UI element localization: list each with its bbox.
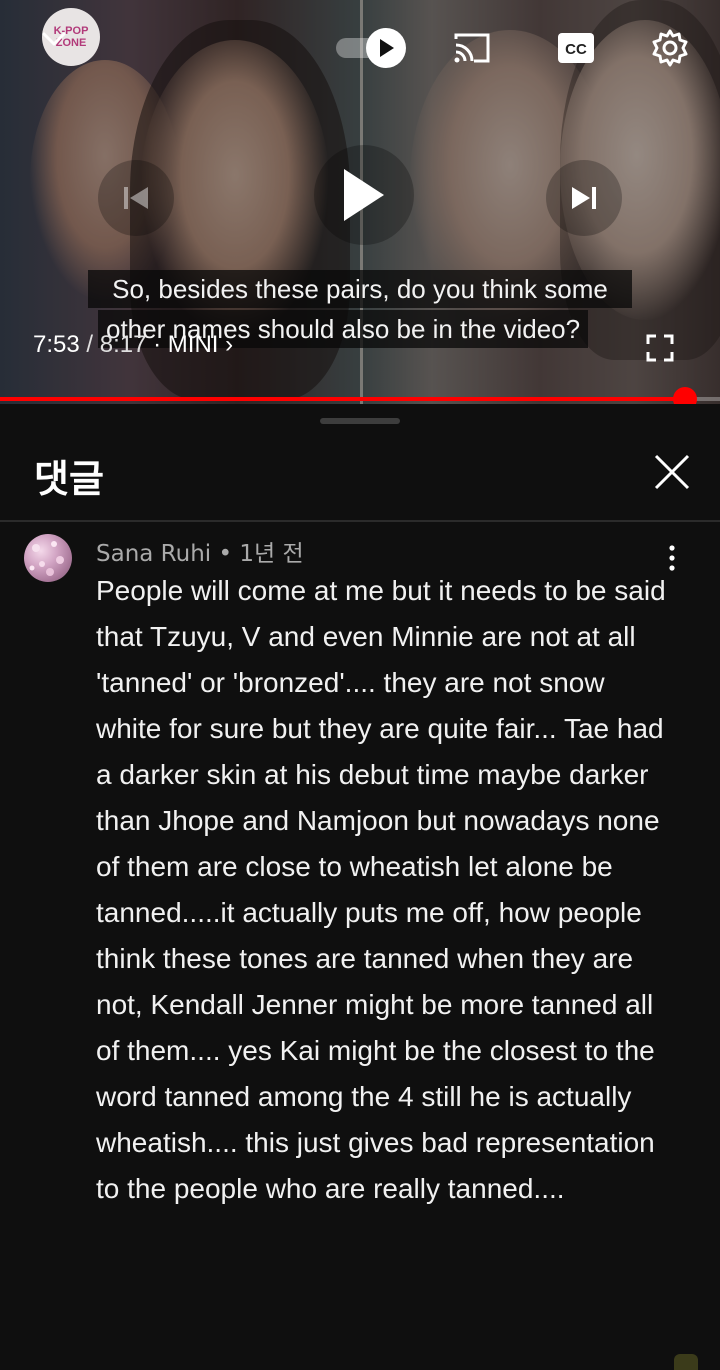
progress-fill	[0, 397, 686, 401]
comment-age: 1년 전	[239, 541, 304, 567]
caption-line: So, besides these pairs, do you think so…	[88, 270, 632, 308]
panel-title: 댓글	[34, 457, 104, 501]
avatar[interactable]	[24, 534, 72, 582]
meta-separator: •	[211, 541, 240, 567]
total-time: 8:17	[99, 331, 147, 358]
progress-bar[interactable]	[0, 387, 720, 404]
time-separator: /	[79, 331, 100, 358]
autoplay-toggle-icon	[366, 28, 406, 68]
closed-captions-icon[interactable]: CC	[556, 28, 596, 68]
next-icon	[572, 187, 596, 209]
previous-button[interactable]	[98, 160, 174, 236]
autoplay-toggle[interactable]	[336, 28, 406, 68]
comment-author[interactable]: Sana Ruhi	[96, 541, 211, 567]
scroll-corner-indicator	[674, 1354, 698, 1370]
previous-icon	[124, 187, 148, 209]
settings-gear-icon[interactable]	[650, 28, 690, 68]
video-player[interactable]: K-POP ZONE CC So, besides these pairs, d…	[0, 0, 720, 404]
drag-handle[interactable]	[320, 418, 400, 424]
divider	[0, 520, 720, 522]
current-time: 7:53	[33, 331, 80, 358]
chevron-down-icon[interactable]	[40, 28, 68, 52]
comments-panel: 댓글 Sana Ruhi • 1년 전 People will come at …	[0, 404, 720, 1370]
time-display[interactable]: 7:53 / 8:17 · MINI ›	[33, 331, 233, 359]
fullscreen-icon[interactable]	[646, 334, 674, 362]
next-button[interactable]	[546, 160, 622, 236]
comment-text: People will come at me but it needs to b…	[96, 575, 666, 1204]
cast-icon[interactable]	[452, 28, 492, 68]
play-button[interactable]	[314, 145, 414, 245]
svg-text:CC: CC	[565, 41, 587, 58]
close-icon[interactable]	[652, 452, 692, 492]
mini-chapter-label: · MINI ›	[146, 331, 234, 358]
play-icon	[344, 169, 384, 221]
comment-meta: Sana Ruhi • 1년 전	[96, 534, 304, 568]
